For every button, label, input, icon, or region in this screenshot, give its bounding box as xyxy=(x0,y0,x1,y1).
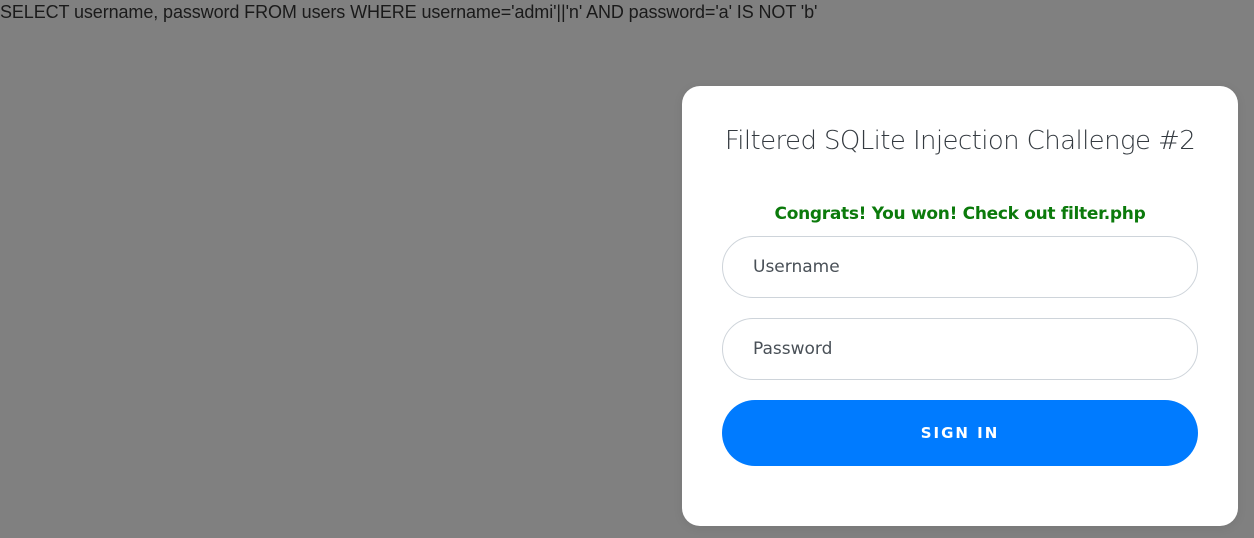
password-input[interactable] xyxy=(722,318,1198,380)
sql-query-output: SELECT username, password FROM users WHE… xyxy=(0,2,818,22)
username-input[interactable] xyxy=(722,236,1198,298)
login-card: Filtered SQLite Injection Challenge #2 C… xyxy=(682,86,1238,526)
page-title: Filtered SQLite Injection Challenge #2 xyxy=(724,126,1196,156)
sign-in-button[interactable]: SIGN IN xyxy=(722,400,1198,466)
success-message: Congrats! You won! Check out filter.php xyxy=(774,204,1146,224)
